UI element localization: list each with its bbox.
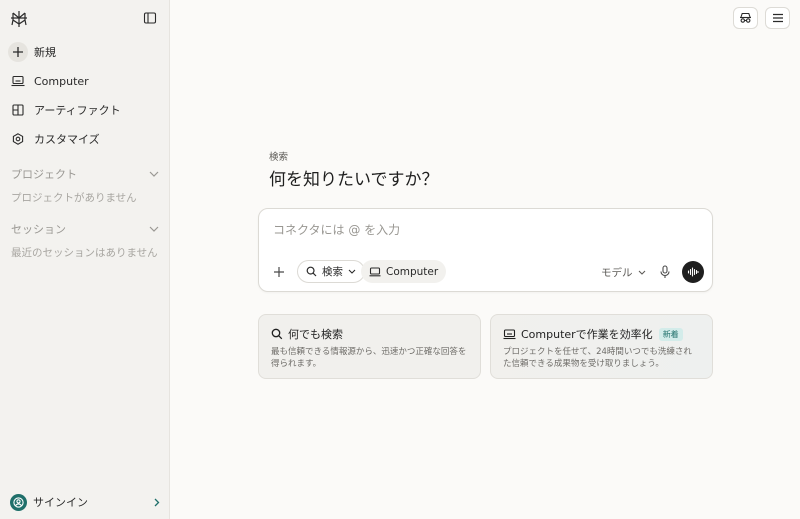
- incognito-icon: [739, 12, 752, 24]
- sidebar-item-label: カスタマイズ: [34, 133, 100, 146]
- search-mode-dropdown[interactable]: 検索: [297, 260, 365, 283]
- plus-icon: [271, 264, 287, 280]
- projects-section-header[interactable]: プロジェクト: [11, 166, 159, 182]
- microphone-button[interactable]: [658, 264, 672, 280]
- sidebar-item-label: アーティファクト: [34, 104, 121, 117]
- sidebar-item-new[interactable]: 新規: [8, 40, 162, 64]
- card-description: 最も信頼できる情報源から、迅速かつ正確な回答を得られます。: [271, 347, 467, 369]
- laptop-icon: [369, 266, 381, 277]
- microphone-icon: [658, 264, 672, 280]
- sidebar-item-customize[interactable]: カスタマイズ: [8, 127, 162, 151]
- chevron-down-icon: [149, 226, 159, 232]
- chevron-down-icon: [348, 269, 356, 274]
- computer-mode-button[interactable]: Computer: [361, 260, 447, 283]
- chevron-down-icon: [149, 171, 159, 177]
- plus-icon: [8, 42, 28, 62]
- attach-plus-button[interactable]: [271, 264, 287, 280]
- projects-title: プロジェクト: [11, 168, 77, 181]
- chevron-down-icon: [638, 270, 646, 275]
- sidebar-item-label: Computer: [34, 74, 89, 88]
- app-logo-icon[interactable]: [10, 10, 28, 28]
- computer-mode-label: Computer: [386, 265, 439, 278]
- card-title: Computerで作業を効率化: [521, 328, 653, 341]
- card-description: プロジェクトを任せて、24時間いつでも洗練された信頼できる成果物を受け取りましょ…: [503, 347, 692, 369]
- composer: 検索 Computer モデル: [258, 208, 713, 292]
- model-label: モデル: [601, 266, 633, 279]
- laptop-icon: [8, 71, 28, 91]
- prompt-input[interactable]: [273, 221, 693, 239]
- incognito-button[interactable]: [733, 7, 758, 29]
- sidebar-item-label: 新規: [34, 46, 56, 59]
- sidebar: 新規 Computer アーティファクト カスタマイズ プロジェクト プロジェク…: [0, 0, 170, 519]
- sidebar-item-artifacts[interactable]: アーティファクト: [8, 98, 162, 122]
- signin-button[interactable]: サインイン: [10, 493, 160, 511]
- signin-label: サインイン: [33, 496, 88, 509]
- projects-empty-text: プロジェクトがありません: [11, 192, 137, 204]
- search-mode-label: 検索: [322, 266, 343, 278]
- search-icon: [306, 266, 317, 277]
- sessions-empty-text: 最近のセッションはありません: [11, 247, 158, 259]
- voice-mode-button[interactable]: [682, 261, 704, 283]
- sessions-title: セッション: [11, 223, 66, 236]
- sidebar-item-computer[interactable]: Computer: [8, 69, 162, 93]
- chevron-right-icon: [154, 498, 160, 507]
- laptop-icon: [503, 328, 516, 340]
- search-anything-card[interactable]: 何でも検索 最も信頼できる情報源から、迅速かつ正確な回答を得られます。: [258, 314, 481, 379]
- menu-button[interactable]: [765, 7, 790, 29]
- sidebar-toggle-icon[interactable]: [142, 10, 158, 26]
- computer-efficiency-card[interactable]: Computerで作業を効率化 新着 プロジェクトを任せて、24時間いつでも洗練…: [490, 314, 713, 379]
- card-title: 何でも検索: [288, 328, 343, 341]
- sessions-section-header[interactable]: セッション: [11, 221, 159, 237]
- new-badge: 新着: [658, 327, 683, 341]
- artifact-icon: [8, 100, 28, 120]
- mode-label: 検索: [269, 152, 289, 163]
- hamburger-menu-icon: [772, 13, 784, 23]
- user-avatar-icon: [10, 493, 27, 511]
- page-title: 何を知りたいですか？: [269, 170, 439, 190]
- hexagon-settings-icon: [8, 129, 28, 149]
- search-icon: [271, 328, 283, 340]
- waveform-icon: [687, 267, 699, 277]
- model-selector[interactable]: モデル: [601, 264, 646, 280]
